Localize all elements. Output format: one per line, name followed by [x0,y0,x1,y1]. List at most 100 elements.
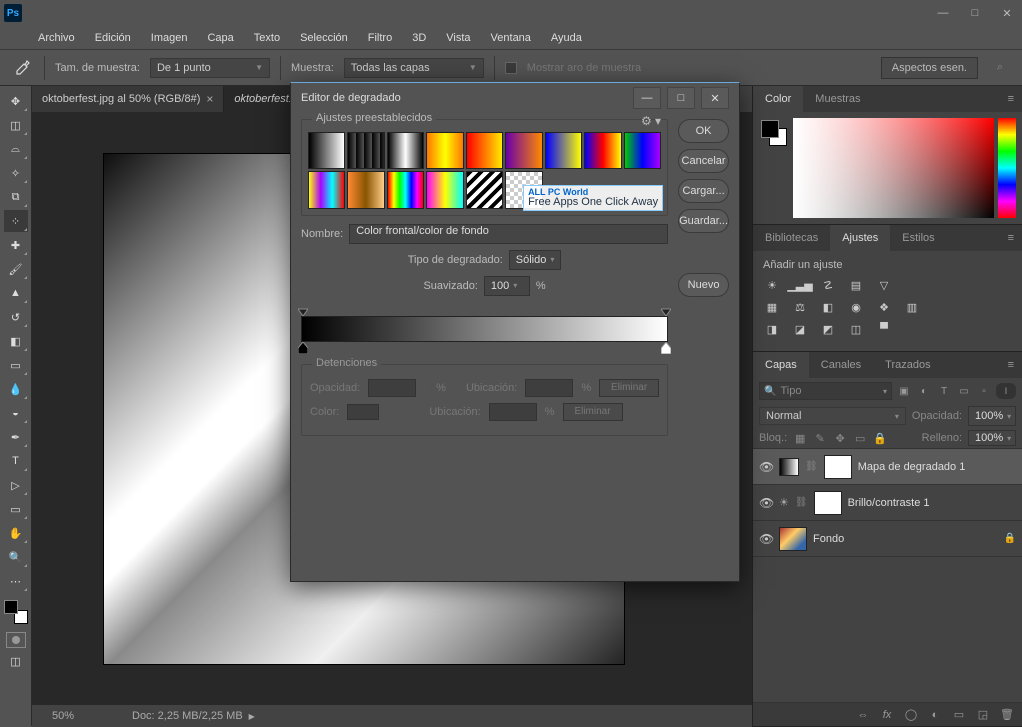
foreground-background-swatches[interactable] [753,112,793,224]
stop-opacity-input[interactable] [368,379,416,397]
preset-swatch-13[interactable] [466,171,503,208]
window-maximize-button[interactable]: □ [964,4,986,22]
stop-delete-button[interactable]: Eliminar [599,379,659,397]
gradient-bar[interactable] [301,316,668,342]
tab-muestras[interactable]: Muestras [803,86,872,112]
type-tool[interactable]: T [4,450,28,472]
sample-select[interactable]: Todas las capas▼ [344,58,484,78]
new-button[interactable]: Nuevo [678,273,729,297]
exposure-icon[interactable]: ▤ [847,277,865,293]
history-brush-tool[interactable]: ↺ [4,306,28,328]
menu-filtro[interactable]: Filtro [358,29,402,47]
gradient-map-icon[interactable]: ▀ [875,321,893,337]
crop-tool[interactable]: ⧉ [4,186,28,208]
gradient-type-select[interactable]: Sólido▾ [509,250,562,270]
brush-tool[interactable]: 🖌 [4,258,28,280]
dialog-titlebar[interactable]: Editor de degradado — □ ✕ [291,83,739,113]
posterize-icon[interactable]: ◪ [791,321,809,337]
stop-location-input[interactable] [525,379,573,397]
layer-name[interactable]: Fondo [813,533,998,545]
balance-icon[interactable]: ⚖ [791,299,809,315]
stop-color-location-input[interactable] [489,403,537,421]
eraser-tool[interactable]: ◧ [4,330,28,352]
sample-size-select[interactable]: De 1 punto▼ [150,58,270,78]
preset-swatch-2[interactable] [387,132,424,169]
brightness-icon[interactable]: ☀ [763,277,781,293]
preset-swatch-1[interactable] [347,132,384,169]
menu-ventana[interactable]: Ventana [481,29,541,47]
menu-edición[interactable]: Edición [85,29,141,47]
screen-mode-toggle[interactable]: ◫ [4,650,28,672]
chevron-right-icon[interactable]: ▶ [243,712,255,721]
foreground-color-swatch[interactable] [761,120,779,138]
layers-filter-select[interactable]: 🔍 Tipo ▾ [759,382,892,400]
threshold-icon[interactable]: ◩ [819,321,837,337]
preset-swatch-3[interactable] [426,132,463,169]
dialog-minimize-button[interactable]: — [633,87,661,109]
panel-menu-icon[interactable]: ≡ [1000,86,1022,112]
tab-trazados[interactable]: Trazados [873,352,942,378]
workspace-switcher[interactable]: Aspectos esen. [881,57,978,79]
filter-adjust-icon[interactable]: ◐ [916,383,932,399]
stop-color-swatch[interactable] [347,404,379,420]
cancel-button[interactable]: Cancelar [678,149,729,173]
preset-swatch-0[interactable] [308,132,345,169]
quick-select-tool[interactable]: ✧ [4,162,28,184]
layer-mask-thumbnail[interactable] [824,455,852,479]
preset-swatch-6[interactable] [545,132,582,169]
window-close-button[interactable]: ✕ [996,4,1018,22]
healing-tool[interactable]: ✚ [4,234,28,256]
layer-thumbnail[interactable] [779,527,807,551]
layer-row[interactable]: 👁⛓Mapa de degradado 1 [753,449,1022,485]
selective-color-icon[interactable]: ◫ [847,321,865,337]
gradient-tool[interactable]: ▭ [4,354,28,376]
menu-vista[interactable]: Vista [436,29,480,47]
foreground-background-tool[interactable] [4,600,28,624]
menu-selección[interactable]: Selección [290,29,358,47]
tab-capas[interactable]: Capas [753,352,809,378]
clone-stamp-tool[interactable]: ▲ [4,282,28,304]
link-layers-icon[interactable]: ⇔ [856,709,870,721]
hand-tool[interactable]: ✋ [4,522,28,544]
window-minimize-button[interactable]: — [932,4,954,22]
channel-mixer-icon[interactable]: ❖ [875,299,893,315]
opacity-select[interactable]: 100%▾ [968,406,1016,426]
lock-all-icon[interactable]: 🔒 [873,431,887,445]
preset-swatch-12[interactable] [426,171,463,208]
dialog-close-button[interactable]: ✕ [701,87,729,109]
tab-color[interactable]: Color [753,86,803,112]
layer-row[interactable]: 👁☀⛓Brillo/contraste 1 [753,485,1022,521]
preset-swatch-10[interactable] [347,171,384,208]
tab-bibliotecas[interactable]: Bibliotecas [753,225,830,251]
menu-texto[interactable]: Texto [244,29,290,47]
filter-type-icon[interactable]: T [936,383,952,399]
eyedropper-tool[interactable]: ⁘ [4,210,28,232]
layer-mask-thumbnail[interactable] [814,491,842,515]
move-tool[interactable]: ✥ [4,90,28,112]
visibility-icon[interactable]: 👁 [759,496,773,510]
fx-icon[interactable]: fx [880,709,894,721]
invert-icon[interactable]: ◨ [763,321,781,337]
fill-select[interactable]: 100%▾ [968,430,1016,446]
path-select-tool[interactable]: ▷ [4,474,28,496]
load-button[interactable]: Cargar... [678,179,729,203]
visibility-icon[interactable]: 👁 [759,460,773,474]
preset-swatch-9[interactable] [308,171,345,208]
save-button[interactable]: Guardar... [678,209,729,233]
menu-imagen[interactable]: Imagen [141,29,198,47]
hue-icon[interactable]: ▦ [763,299,781,315]
document-tab-0[interactable]: oktoberfest.jpg al 50% (RGB/8#)× [32,86,224,112]
blend-mode-select[interactable]: Normal▾ [759,407,906,425]
gradient-name-input[interactable]: Color frontal/color de fondo [349,224,668,244]
stop-color-delete-button[interactable]: Eliminar [563,403,623,421]
bw-icon[interactable]: ◧ [819,299,837,315]
lock-artboard-icon[interactable]: ▭ [853,431,867,445]
adjustment-layer-icon[interactable]: ◐ [928,709,942,721]
close-tab-icon[interactable]: × [206,92,213,106]
filter-toggle-icon[interactable]: ⏽ [996,383,1016,399]
lasso-tool[interactable]: ⌓ [4,138,28,160]
filter-shape-icon[interactable]: ▭ [956,383,972,399]
vibrance-icon[interactable]: ▽ [875,277,893,293]
group-icon[interactable]: ▭ [952,708,966,721]
menu-capa[interactable]: Capa [197,29,243,47]
